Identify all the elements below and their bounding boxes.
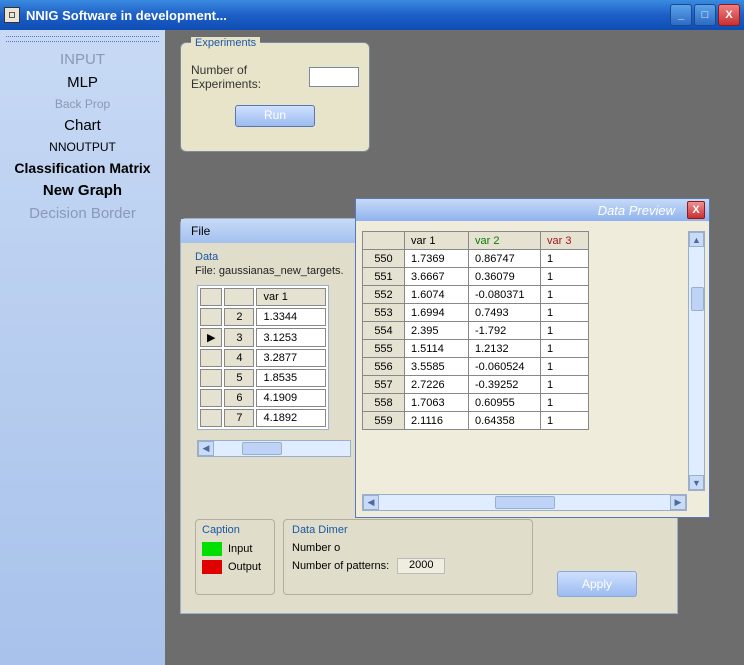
- data-preview-window: Data Preview X var 1 var 2 var 3 5501.73…: [355, 198, 710, 518]
- experiments-group: Experiments Number of Experiments: Run: [180, 42, 370, 152]
- table-row[interactable]: 5572.7226-0.392521: [363, 376, 589, 394]
- scroll-left-icon[interactable]: ◀: [198, 441, 214, 456]
- patterns-value: 2000: [397, 558, 445, 574]
- table-row[interactable]: 5513.66670.360791: [363, 268, 589, 286]
- preview-header-var3: var 3: [541, 232, 589, 250]
- caption-group: Caption Input Output: [195, 519, 275, 595]
- number-o-label: Number o: [292, 542, 340, 554]
- sidebar-item-decision[interactable]: Decision Border: [0, 202, 165, 225]
- scroll-thumb[interactable]: [242, 442, 282, 455]
- preview-close-button[interactable]: X: [687, 201, 705, 219]
- table-row[interactable]: 5542.395-1.7921: [363, 322, 589, 340]
- table-row[interactable]: 5563.5585-0.0605241: [363, 358, 589, 376]
- table-row[interactable]: 5592.11160.643581: [363, 412, 589, 430]
- preview-title: Data Preview: [360, 203, 687, 218]
- table-row[interactable]: 21.3344: [200, 308, 326, 326]
- file-name: gaussianas_new_targets.: [219, 265, 344, 277]
- apply-button[interactable]: Apply: [557, 571, 637, 597]
- caption-group-label: Caption: [202, 524, 268, 536]
- small-table-header-var1: var 1: [256, 288, 326, 306]
- table-row[interactable]: 64.1909: [200, 389, 326, 407]
- small-table-body: 21.3344 ▶33.1253 43.2877 51.8535 64.1909 74.1…: [200, 308, 326, 427]
- sidebar-item-nnoutput[interactable]: NNOUTPUT: [0, 137, 165, 157]
- table-row[interactable]: 51.8535: [200, 369, 326, 387]
- preview-hscroll[interactable]: ◀ ▶: [362, 494, 687, 511]
- window-titlebar: NNIG Software in development... _ □ X: [0, 0, 744, 30]
- sidebar-item-input[interactable]: INPUT: [0, 48, 165, 71]
- table-row[interactable]: 43.2877: [200, 349, 326, 367]
- sidebar-item-classmatrix[interactable]: Classification Matrix: [0, 157, 165, 179]
- file-label: File:: [195, 265, 216, 277]
- output-swatch: [202, 560, 222, 574]
- preview-vscroll[interactable]: ▲ ▼: [688, 231, 705, 491]
- dimensions-group: Data Dimer Number o Number of patterns: …: [283, 519, 533, 595]
- small-table-hscroll[interactable]: ◀: [197, 440, 351, 457]
- table-row[interactable]: 5581.70630.609551: [363, 394, 589, 412]
- preview-header-var2: var 2: [469, 232, 541, 250]
- table-row[interactable]: 5521.6074-0.0803711: [363, 286, 589, 304]
- caption-input-label: Input: [228, 543, 252, 555]
- caption-output-label: Output: [228, 561, 261, 573]
- close-button[interactable]: X: [718, 4, 740, 26]
- experiments-group-label: Experiments: [191, 37, 260, 49]
- small-data-table[interactable]: var 1 21.3344 ▶33.1253 43.2877 51.8535 64.19…: [197, 285, 329, 430]
- table-row[interactable]: ▶33.1253: [200, 328, 326, 347]
- hscroll-thumb[interactable]: [495, 496, 555, 509]
- maximize-button[interactable]: □: [694, 4, 716, 26]
- sidebar-item-newgraph[interactable]: New Graph: [0, 179, 165, 202]
- scroll-down-icon[interactable]: ▼: [689, 475, 704, 490]
- sidebar-item-chart[interactable]: Chart: [0, 114, 165, 137]
- table-row[interactable]: 5501.73690.867471: [363, 250, 589, 268]
- table-row[interactable]: 74.1892: [200, 409, 326, 427]
- scroll-up-icon[interactable]: ▲: [689, 232, 704, 247]
- preview-header-var1: var 1: [405, 232, 469, 250]
- scroll-right-icon[interactable]: ▶: [670, 495, 686, 510]
- sidebar-item-mlp[interactable]: MLP: [0, 71, 165, 94]
- scroll-left-icon[interactable]: ◀: [363, 495, 379, 510]
- preview-table-body: 5501.73690.8674715513.66670.3607915521.6…: [363, 250, 589, 430]
- minimize-button[interactable]: _: [670, 4, 692, 26]
- run-button[interactable]: Run: [235, 105, 315, 127]
- preview-grid[interactable]: var 1 var 2 var 3 5501.73690.8674715513.…: [362, 231, 686, 517]
- input-swatch: [202, 542, 222, 556]
- experiments-count-label: Number of Experiments:: [191, 63, 303, 91]
- sidebar: INPUT MLP Back Prop Chart NNOUTPUT Class…: [0, 30, 165, 665]
- experiments-count-input[interactable]: [309, 67, 359, 87]
- app-icon: [4, 7, 20, 23]
- window-title: NNIG Software in development...: [26, 8, 227, 23]
- table-row[interactable]: 5551.51141.21321: [363, 340, 589, 358]
- vscroll-thumb[interactable]: [691, 287, 704, 311]
- client-area: INPUT MLP Back Prop Chart NNOUTPUT Class…: [0, 30, 744, 665]
- patterns-label: Number of patterns:: [292, 560, 389, 572]
- sidebar-item-backprop[interactable]: Back Prop: [0, 94, 165, 114]
- dimensions-group-label: Data Dimer: [292, 524, 524, 536]
- file-tab[interactable]: File: [191, 224, 210, 238]
- table-row[interactable]: 5531.69940.74931: [363, 304, 589, 322]
